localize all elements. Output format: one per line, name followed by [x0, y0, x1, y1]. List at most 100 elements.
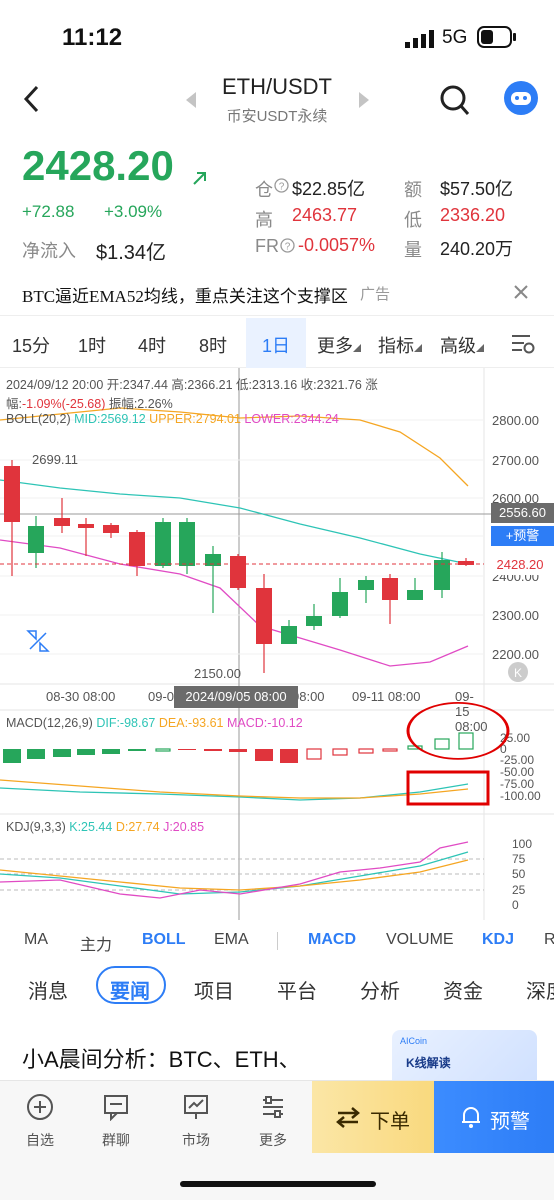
- tab-platforms[interactable]: 平台: [277, 975, 317, 1004]
- assistant-robot-icon[interactable]: [503, 80, 539, 116]
- crosshair-date-tag: 2024/09/05 08:00: [174, 686, 298, 708]
- vol-value: 240.20万: [440, 239, 514, 259]
- kline-chart[interactable]: 2800.00 2700.00 2600.00 2400.00 2300.00 2200.…: [0, 368, 554, 920]
- tab-8h[interactable]: 8时: [199, 332, 227, 358]
- chart-settings-icon[interactable]: [510, 332, 536, 356]
- macd-bar: [306, 748, 322, 760]
- ind-boll[interactable]: BOLL: [142, 931, 186, 949]
- news-banner-text[interactable]: BTC逼近EMA52均线，重点关注这个支撑区: [22, 282, 348, 307]
- nav-market-label: 市场: [182, 1132, 210, 1148]
- quote-panel: 2428.20 +72.88 +3.09% 净流入 $1.34亿 仓 ? $22…: [0, 140, 554, 270]
- kdj-j: J:20.85: [163, 820, 205, 834]
- thumb-brand: AICoin: [400, 1036, 428, 1046]
- candle-body: [103, 525, 119, 533]
- candle-body: [382, 578, 398, 600]
- macd-dea-line: [0, 779, 469, 799]
- kdj-info: KDJ(9,3,3) K:25.44 D:27.74 J:20.85: [6, 820, 204, 834]
- up-arrow-icon: [193, 172, 206, 185]
- tab-15m[interactable]: 15分: [12, 332, 50, 358]
- ind-ma[interactable]: MA: [24, 931, 48, 949]
- tab-more[interactable]: 更多: [317, 332, 353, 358]
- chat-icon: [104, 1095, 128, 1122]
- tab-funds[interactable]: 资金: [443, 975, 483, 1004]
- home-indicator: [180, 1181, 376, 1187]
- candle-body: [407, 590, 423, 600]
- thumb-text: K线解读: [406, 1056, 451, 1070]
- fr-value: -0.0057%: [298, 235, 376, 255]
- fr-label: FR: [255, 236, 279, 256]
- article-item[interactable]: 小A晨间分析：BTC、ETH、 BNB行情分析直播 AICoin K线解读: [0, 1020, 554, 1085]
- ind-macd[interactable]: MACD: [308, 931, 356, 949]
- fr-info-icon[interactable]: ?: [280, 238, 295, 253]
- macd-dif-line: [0, 783, 469, 801]
- candle-body: [332, 592, 348, 616]
- macd-bar: [434, 738, 450, 750]
- candle-body: [358, 580, 374, 590]
- kdj-d: D:27.74: [115, 820, 160, 834]
- nav-chat[interactable]: 群聊: [86, 1093, 146, 1150]
- ohlc-line2-prefix: 幅:: [6, 397, 22, 411]
- boll-mid-line: [0, 479, 469, 565]
- nav-more-label: 更多: [259, 1132, 287, 1148]
- ind-r[interactable]: R: [544, 931, 554, 949]
- candle-body: [179, 522, 195, 566]
- boll-mid: MID:2569.12: [74, 412, 146, 426]
- tab-messages[interactable]: 消息: [28, 975, 68, 1004]
- tab-headlines[interactable]: 要闻: [110, 975, 150, 1004]
- tab-advanced[interactable]: 高级: [440, 332, 476, 358]
- macd-info: MACD(12,26,9) DIF:-98.67 DEA:-93.61 MACD…: [6, 716, 303, 730]
- kline-chart-canvas[interactable]: 2800.002700.002600.002400.002300.002200.…: [0, 368, 554, 920]
- macd-bar: [280, 749, 298, 763]
- macd-tick-label: -100.00: [500, 789, 541, 803]
- ind-ema[interactable]: EMA: [214, 931, 249, 949]
- kdj-d-line: [0, 859, 469, 891]
- x-label: 09-11 08:00: [352, 689, 421, 704]
- signal-icon: [405, 30, 434, 48]
- nav-watchlist[interactable]: 自选: [10, 1093, 70, 1150]
- tab-4h[interactable]: 4时: [138, 332, 166, 358]
- candle-body: [28, 526, 44, 553]
- boll-label: BOLL(20,2): [6, 412, 71, 426]
- kdj-label: KDJ(9,3,3): [6, 820, 66, 834]
- ohlc-change: -1.09%(-25.68): [21, 397, 106, 411]
- nav-market[interactable]: 市场: [166, 1093, 226, 1150]
- kdj-tick-label: 50: [512, 867, 526, 881]
- bottom-nav: 自选 群聊 市场 更多 下单 预警: [0, 1080, 554, 1200]
- add-alert-button[interactable]: +预警: [491, 526, 554, 546]
- ind-volume[interactable]: VOLUME: [386, 931, 454, 949]
- kdj-tick-label: 100: [512, 837, 532, 851]
- inflow-value: $1.34亿: [96, 242, 167, 264]
- macd-bar: [178, 749, 196, 750]
- status-time: 11:12: [62, 24, 123, 51]
- tab-depth[interactable]: 深度: [526, 975, 554, 1004]
- plus-circle-icon: [27, 1094, 53, 1120]
- candle-body: [281, 626, 297, 644]
- x-label: 09-0: [148, 689, 175, 704]
- ohlc-amplitude: 振幅:2.26%: [105, 397, 173, 411]
- ind-kdj[interactable]: KDJ: [482, 931, 514, 949]
- boll-upper: UPPER:2794.01: [149, 412, 241, 426]
- article-thumbnail[interactable]: AICoin K线解读: [392, 1030, 537, 1085]
- price-change-pct: +3.09%: [104, 202, 163, 221]
- alert-button[interactable]: 预警: [434, 1081, 554, 1153]
- kdj-tick-label: 75: [512, 852, 526, 866]
- ind-main[interactable]: 主力: [80, 931, 112, 955]
- nav-chat-label: 群聊: [102, 1132, 130, 1148]
- info-icon[interactable]: ?: [274, 178, 289, 193]
- svg-text:K: K: [514, 666, 522, 680]
- close-icon[interactable]: [513, 284, 529, 300]
- tab-indicators[interactable]: 指标: [378, 332, 414, 358]
- tab-1h[interactable]: 1时: [78, 332, 106, 358]
- tab-projects[interactable]: 项目: [194, 975, 234, 1004]
- boll-lower: LOWER:2344.24: [244, 412, 339, 426]
- search-icon[interactable]: [439, 84, 471, 118]
- nav-more[interactable]: 更多: [243, 1093, 303, 1150]
- macd-bar: [332, 748, 348, 756]
- tab-1d[interactable]: 1日: [262, 332, 290, 358]
- next-pair-icon[interactable]: [357, 92, 369, 108]
- order-button[interactable]: 下单: [312, 1081, 434, 1153]
- tab-analysis[interactable]: 分析: [360, 975, 400, 1004]
- svg-text:?: ?: [285, 242, 291, 253]
- news-banner[interactable]: BTC逼近EMA52均线，重点关注这个支撑区 广告: [0, 270, 554, 316]
- article-title[interactable]: 小A晨间分析：BTC、ETH、: [22, 1042, 301, 1074]
